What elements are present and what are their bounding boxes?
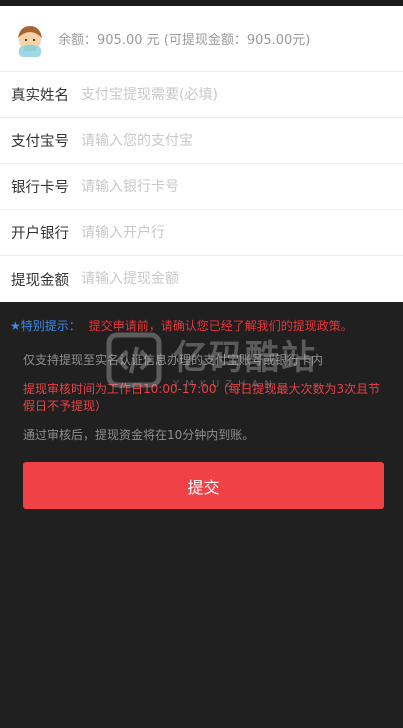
form-row-bank-card: 银行卡号 [0, 164, 403, 210]
form-row-alipay-account: 支付宝号 [0, 118, 403, 164]
withdraw-rules: 仅支持提现至实名认证信息办理的支付宝账号或银行卡内 提现审核时间为工作日10:0… [0, 336, 403, 444]
special-notice: ★特别提示： 提交申请前，请确认您已经了解我们的提现政策。 [0, 302, 403, 336]
real-name-input[interactable] [81, 86, 403, 103]
rule-review-time: 提现审核时间为工作日10:00-17:00（每日提现最大次数为3次且节假日不予提… [23, 382, 381, 413]
notice-text: 提交申请前，请确认您已经了解我们的提现政策。 [88, 318, 353, 333]
withdraw-amount-input[interactable] [81, 271, 403, 287]
alipay-account-label: 支付宝号 [11, 134, 69, 150]
withdraw-amount-label: 提现金额 [11, 272, 69, 289]
rule-arrival-time: 通过审核后，提现资金将在10分钟内到账。 [23, 428, 255, 442]
bank-card-input[interactable] [81, 178, 403, 195]
balance-header: 余额：905.00 元 (可提现金额：905.00元) [0, 6, 403, 72]
form-row-withdraw-amount: 提现金额 [0, 256, 403, 302]
form-row-bank-name: 开户银行 [0, 210, 403, 256]
form-row-real-name: 真实姓名 [0, 72, 403, 118]
rule-account-restriction: 仅支持提现至实名认证信息办理的支付宝账号或银行卡内 [23, 353, 324, 367]
real-name-label: 真实姓名 [11, 88, 69, 104]
balance-text: 余额：905.00 元 (可提现金额：905.00元) [58, 33, 311, 48]
withdraw-form-card: 余额：905.00 元 (可提现金额：905.00元) 真实姓名 支付宝号 银行… [0, 6, 403, 302]
notice-label: ★特别提示： [10, 318, 81, 333]
bank-card-label: 银行卡号 [11, 180, 69, 196]
alipay-account-input[interactable] [81, 132, 403, 149]
bank-name-label: 开户银行 [11, 226, 69, 242]
submit-button[interactable]: 提交 [23, 462, 384, 509]
avatar-icon [18, 25, 42, 57]
bank-name-input[interactable] [81, 224, 403, 241]
